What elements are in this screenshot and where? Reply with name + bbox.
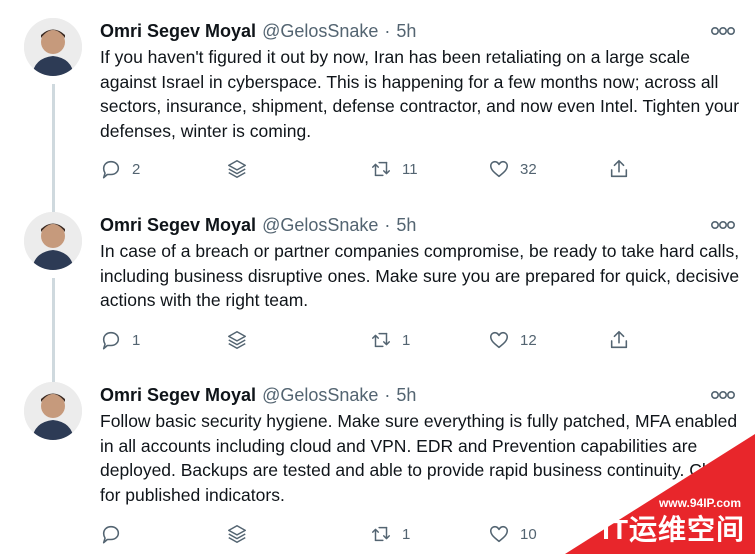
more-icon[interactable] <box>711 390 735 400</box>
action-bar: 1 1 12 <box>100 325 640 355</box>
reply-icon <box>102 331 120 350</box>
like-button[interactable]: 10 <box>488 519 537 549</box>
retweet-count: 1 <box>402 525 411 543</box>
like-button[interactable]: 32 <box>488 154 537 184</box>
timestamp[interactable]: 5h <box>396 21 416 42</box>
reply-icon <box>102 160 120 179</box>
retweet-icon <box>372 526 390 542</box>
tweet-3[interactable]: Omri Segev Moyal @GelosSnake · 5h Follow… <box>0 382 755 554</box>
tweet-text: Follow basic security hygiene. Make sure… <box>100 411 739 505</box>
thread-stack-button[interactable] <box>226 519 248 549</box>
tweet-2[interactable]: Omri Segev Moyal @GelosSnake · 5h In cas… <box>0 212 755 388</box>
reply-button[interactable] <box>100 519 132 549</box>
reply-button[interactable]: 2 <box>100 154 140 184</box>
thread-line <box>52 278 55 388</box>
timestamp[interactable]: 5h <box>396 215 416 236</box>
retweet-icon <box>372 161 390 177</box>
more-icon[interactable] <box>711 26 735 36</box>
tweet-header: Omri Segev Moyal @GelosSnake · 5h <box>100 382 416 408</box>
retweet-icon <box>372 332 390 348</box>
avatar[interactable] <box>24 382 82 440</box>
thread-stack-button[interactable] <box>226 154 248 184</box>
tweet-text: If you haven't figured it out by now, Ir… <box>100 47 740 141</box>
thread-stack-icon <box>228 525 246 543</box>
separator-dot: · <box>384 384 391 405</box>
like-count: 10 <box>520 525 537 543</box>
retweet-count: 11 <box>402 160 418 178</box>
retweet-button[interactable]: 1 <box>370 519 410 549</box>
thread-stack-icon <box>228 160 246 178</box>
reply-button[interactable]: 1 <box>100 325 140 355</box>
display-name[interactable]: Omri Segev Moyal <box>100 385 256 406</box>
retweet-button[interactable]: 11 <box>370 154 418 184</box>
like-button[interactable]: 12 <box>488 325 537 355</box>
user-handle[interactable]: @GelosSnake <box>262 21 378 42</box>
share-button[interactable] <box>608 325 630 355</box>
display-name[interactable]: Omri Segev Moyal <box>100 21 256 42</box>
tweet-1[interactable]: Omri Segev Moyal @GelosSnake · 5h If you… <box>0 18 755 234</box>
like-count: 12 <box>520 331 537 349</box>
retweet-button[interactable]: 1 <box>370 325 410 355</box>
action-bar: 2 11 32 <box>100 154 640 184</box>
reply-count: 1 <box>132 331 141 349</box>
thread-stack-button[interactable] <box>226 325 248 355</box>
avatar[interactable] <box>24 18 82 76</box>
share-icon <box>610 159 628 178</box>
timestamp[interactable]: 5h <box>396 385 416 406</box>
thread-stack-icon <box>228 331 246 349</box>
like-icon <box>489 160 509 178</box>
separator-dot: · <box>384 214 391 235</box>
like-icon <box>489 525 509 543</box>
user-handle[interactable]: @GelosSnake <box>262 215 378 236</box>
separator-dot: · <box>384 20 391 41</box>
tweet-header: Omri Segev Moyal @GelosSnake · 5h <box>100 212 416 238</box>
tweet-text: In case of a breach or partner companies… <box>100 241 740 310</box>
reply-icon <box>102 525 120 544</box>
more-icon[interactable] <box>711 220 735 230</box>
tweet-header: Omri Segev Moyal @GelosSnake · 5h <box>100 18 416 44</box>
like-icon <box>489 331 509 349</box>
action-bar: 1 10 <box>100 519 640 549</box>
user-handle[interactable]: @GelosSnake <box>262 385 378 406</box>
reply-count: 2 <box>132 160 141 178</box>
display-name[interactable]: Omri Segev Moyal <box>100 215 256 236</box>
avatar[interactable] <box>24 212 82 270</box>
retweet-count: 1 <box>402 331 411 349</box>
like-count: 32 <box>520 160 537 178</box>
share-icon <box>610 330 628 349</box>
share-button[interactable] <box>608 154 630 184</box>
